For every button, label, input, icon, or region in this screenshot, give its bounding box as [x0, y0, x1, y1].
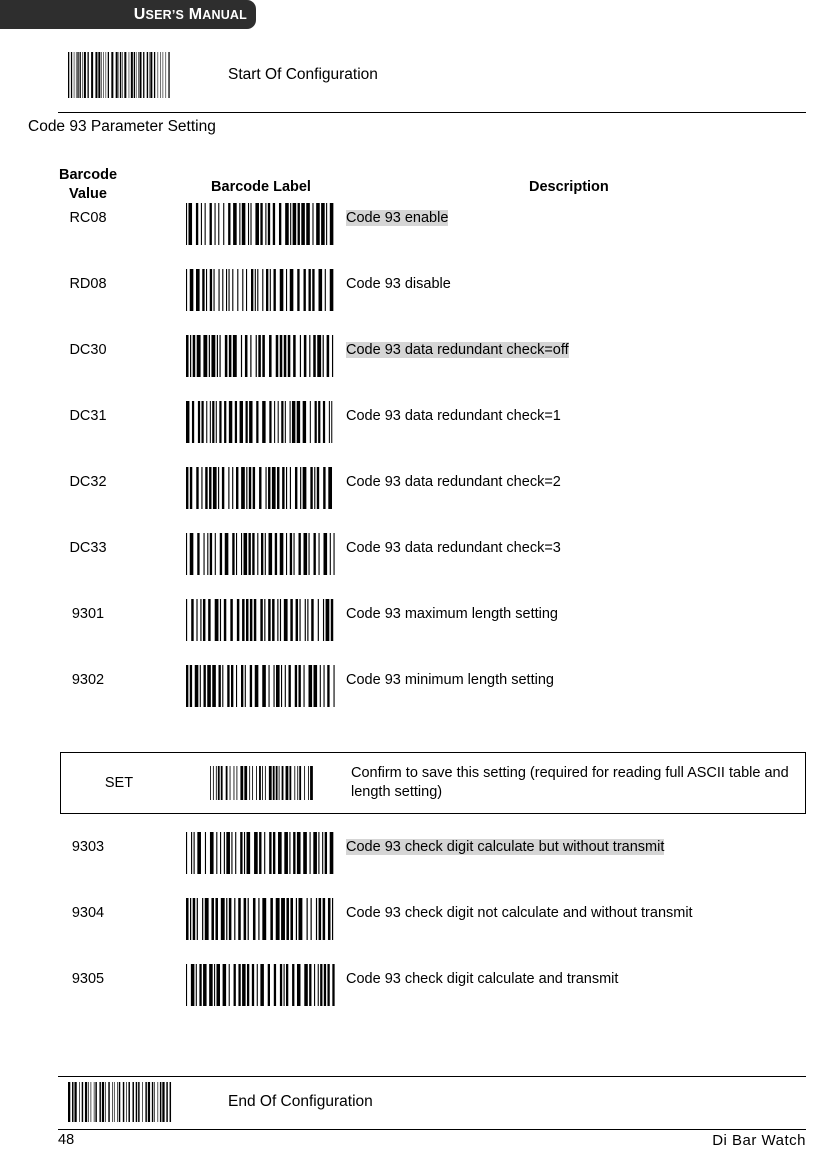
parameter-table-lower: 9303 Code 93 check digit calculate but wi…: [0, 832, 828, 1030]
row-barcode-label[interactable]: [176, 401, 346, 444]
column-header-barcode-label: Barcode Label: [211, 179, 311, 195]
section-divider-top: [58, 112, 806, 113]
table-row[interactable]: 9301 Code 93 maximum length setting: [0, 599, 828, 665]
table-row[interactable]: DC33 Code 93 data redundant check=3: [0, 533, 828, 599]
set-confirm-row[interactable]: SET Confirm to save this setting (requir…: [60, 752, 806, 814]
row-barcode-value: DC33: [69, 540, 107, 557]
table-body-lower: 9303 Code 93 check digit calculate but wi…: [0, 832, 828, 1030]
row-description: Code 93 minimum length setting: [346, 672, 554, 689]
end-of-configuration-row: End Of Configuration: [0, 1082, 828, 1122]
table-row[interactable]: 9303 Code 93 check digit calculate but wi…: [0, 832, 828, 898]
row-barcode-label[interactable]: [176, 467, 346, 510]
start-of-configuration-label: Start Of Configuration: [228, 66, 378, 83]
row-barcode-label[interactable]: [176, 898, 346, 940]
table-row[interactable]: 9302 Code 93 minimum length setting: [0, 665, 828, 731]
row-barcode-value: DC30: [69, 342, 107, 359]
row-barcode-value: 9302: [71, 672, 105, 689]
start-of-configuration-barcode: [0, 52, 228, 98]
table-row[interactable]: RC08 Code 93 enable: [0, 203, 828, 269]
row-barcode-value: 9301: [71, 606, 105, 623]
row-description: Code 93 disable: [346, 276, 451, 293]
row-barcode-value: DC31: [69, 408, 107, 425]
row-barcode-value: RC08: [69, 210, 107, 227]
row-barcode-label[interactable]: [176, 269, 346, 312]
row-barcode-value: 9305: [71, 971, 105, 987]
row-description: Code 93 check digit calculate but withou…: [346, 839, 665, 855]
row-description: Code 93 check digit not calculate and wi…: [346, 905, 693, 921]
row-barcode-label[interactable]: [176, 964, 346, 1006]
row-description: Code 93 enable: [346, 210, 449, 227]
table-body-upper: RC08 Code 93 enable RD08 Code 93 disable DC3…: [0, 203, 828, 731]
end-of-configuration-barcode: [0, 1082, 228, 1122]
user-manual-banner: USER’S MANUAL: [0, 0, 256, 29]
table-row[interactable]: DC30 Code 93 data redundant check=off: [0, 335, 828, 401]
row-description: Code 93 maximum length setting: [346, 606, 558, 623]
page-title: Code 93 Parameter Setting: [28, 118, 216, 135]
page-number: 48: [58, 1132, 75, 1148]
row-barcode-label[interactable]: [176, 665, 346, 708]
set-row-value: SET: [104, 775, 134, 791]
column-header-barcode-value: Barcode Value: [58, 167, 118, 202]
row-barcode-label[interactable]: [176, 832, 346, 874]
table-row[interactable]: 9305 Code 93 check digit calculate and tr…: [0, 964, 828, 1030]
column-header-description: Description: [529, 179, 609, 195]
banner-title: USER’S MANUAL: [133, 5, 247, 23]
end-of-configuration-label: End Of Configuration: [228, 1093, 373, 1110]
row-barcode-value: 9304: [71, 905, 105, 921]
table-row[interactable]: DC31 Code 93 data redundant check=1: [0, 401, 828, 467]
row-barcode-label[interactable]: [176, 533, 346, 576]
row-barcode-value: 9303: [71, 839, 105, 855]
row-barcode-label[interactable]: [176, 203, 346, 246]
row-description: Code 93 data redundant check=1: [346, 408, 561, 425]
table-row[interactable]: 9304 Code 93 check digit not calculate an…: [0, 898, 828, 964]
set-row-description: Confirm to save this setting (required f…: [351, 764, 789, 800]
row-description: Code 93 data redundant check=off: [346, 342, 569, 359]
row-barcode-value: DC32: [69, 474, 107, 491]
table-row[interactable]: DC32 Code 93 data redundant check=2: [0, 467, 828, 533]
row-description: Code 93 data redundant check=2: [346, 474, 561, 491]
section-divider-bottom: [58, 1076, 806, 1077]
row-description: Code 93 check digit calculate and transm…: [346, 971, 619, 987]
set-row-barcode[interactable]: [177, 766, 347, 800]
start-of-configuration-row: Start Of Configuration: [0, 52, 828, 98]
row-barcode-value: RD08: [69, 276, 107, 293]
row-barcode-label[interactable]: [176, 599, 346, 642]
table-row[interactable]: RD08 Code 93 disable: [0, 269, 828, 335]
row-barcode-label[interactable]: [176, 335, 346, 378]
parameter-table: Barcode Value Barcode Label Description …: [0, 166, 828, 731]
row-description: Code 93 data redundant check=3: [346, 540, 561, 557]
footer-divider: [58, 1129, 806, 1130]
table-header-row: Barcode Value Barcode Label Description: [0, 166, 828, 203]
footer-brand: Di Bar Watch: [712, 1132, 806, 1149]
